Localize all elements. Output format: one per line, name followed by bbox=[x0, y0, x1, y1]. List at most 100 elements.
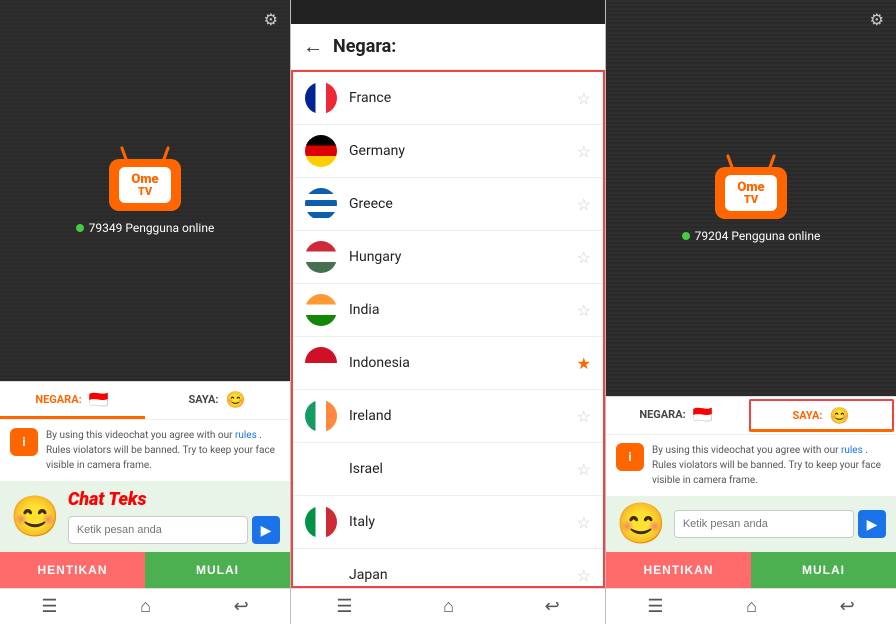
right-send-button[interactable]: ▶ bbox=[858, 510, 886, 538]
right-nav-back-icon[interactable]: ↩ bbox=[840, 596, 855, 617]
left-tabs-bar: NEGARA: 🇮🇩 SAYA: 😊 bbox=[0, 381, 290, 419]
right-logo: Ome TV bbox=[711, 154, 791, 219]
left-negara-flag: 🇮🇩 bbox=[88, 388, 110, 410]
country-star-icon[interactable]: ☆ bbox=[577, 195, 591, 214]
country-item[interactable]: Israel☆ bbox=[293, 443, 603, 496]
country-item[interactable]: Italy☆ bbox=[293, 496, 603, 549]
right-saya-emoji: 😊 bbox=[829, 404, 851, 426]
country-list: France☆Germany☆Greece☆Hungary☆India☆Indo… bbox=[291, 70, 605, 588]
country-star-icon[interactable]: ☆ bbox=[577, 566, 591, 585]
left-tv-icon: Ome TV bbox=[105, 146, 185, 211]
right-chat-input[interactable] bbox=[674, 510, 854, 538]
right-video-bg: ⚙ Ome TV 79204 Pengguna online bbox=[606, 0, 896, 396]
left-tv-text: TV bbox=[138, 186, 152, 197]
country-star-icon[interactable]: ☆ bbox=[577, 513, 591, 532]
country-item[interactable]: Indonesia★ bbox=[293, 337, 603, 390]
right-chat-right: ▶ bbox=[674, 510, 886, 538]
right-tv-body: Ome TV bbox=[715, 167, 787, 219]
back-arrow-icon[interactable]: ← bbox=[303, 34, 323, 59]
country-name: Hungary bbox=[349, 249, 577, 265]
left-stop-button[interactable]: HENTIKAN bbox=[0, 552, 145, 588]
country-flag bbox=[305, 241, 337, 273]
left-nav-back-icon[interactable]: ↩ bbox=[234, 596, 249, 617]
right-nav-home-icon[interactable]: ⌂ bbox=[746, 596, 757, 617]
country-star-icon[interactable]: ☆ bbox=[577, 460, 591, 479]
country-name: Indonesia bbox=[349, 355, 577, 371]
right-panel: ⚙ Ome TV 79204 Pengguna online NEGARA: 🇮… bbox=[606, 0, 896, 624]
right-tv-icon: Ome TV bbox=[711, 154, 791, 219]
country-name: France bbox=[349, 90, 577, 106]
country-item[interactable]: Germany☆ bbox=[293, 125, 603, 178]
left-nav-home-icon[interactable]: ⌂ bbox=[140, 596, 151, 617]
left-chat-title: Chat Teks bbox=[68, 489, 280, 510]
country-flag bbox=[305, 294, 337, 326]
left-send-button[interactable]: ▶ bbox=[252, 516, 280, 544]
country-flag bbox=[305, 453, 337, 485]
left-nav-bar: ☰ ⌂ ↩ bbox=[0, 588, 290, 624]
left-info-icon: i bbox=[10, 428, 38, 456]
right-tab-negara[interactable]: NEGARA: 🇮🇩 bbox=[606, 397, 747, 434]
right-chat-area: 😊 ▶ bbox=[606, 496, 896, 552]
right-tv-text: TV bbox=[744, 194, 758, 205]
left-saya-emoji: 😊 bbox=[225, 388, 247, 410]
left-tv-screen: Ome TV bbox=[119, 167, 171, 203]
right-start-button[interactable]: MULAI bbox=[751, 552, 896, 588]
country-item[interactable]: Greece☆ bbox=[293, 178, 603, 231]
left-gear-icon[interactable]: ⚙ bbox=[264, 10, 278, 29]
right-nav-bar: ☰ ⌂ ↩ bbox=[606, 588, 896, 624]
left-online-dot bbox=[76, 224, 84, 232]
center-nav-menu-icon[interactable]: ☰ bbox=[336, 596, 352, 617]
right-nav-menu-icon[interactable]: ☰ bbox=[647, 596, 663, 617]
right-info-icon: i bbox=[616, 443, 644, 471]
right-gear-icon[interactable]: ⚙ bbox=[870, 10, 884, 29]
center-nav-home-icon[interactable]: ⌂ bbox=[443, 596, 454, 617]
left-action-buttons: HENTIKAN MULAI bbox=[0, 552, 290, 588]
right-stop-button[interactable]: HENTIKAN bbox=[606, 552, 751, 588]
right-ome-text: Ome bbox=[737, 181, 764, 194]
left-chat-area: 😊 Chat Teks ▶ bbox=[0, 481, 290, 552]
left-video-bg: ⚙ Ome TV 79349 Pengguna online bbox=[0, 0, 290, 381]
country-star-icon[interactable]: ☆ bbox=[577, 248, 591, 267]
country-star-icon[interactable]: ★ bbox=[577, 354, 591, 373]
country-flag bbox=[305, 135, 337, 167]
country-item[interactable]: Ireland☆ bbox=[293, 390, 603, 443]
country-name: Germany bbox=[349, 143, 577, 159]
left-chat-input-row: ▶ bbox=[68, 516, 280, 544]
right-online-count: 79204 Pengguna online bbox=[682, 229, 821, 243]
right-info-bar: i By using this videochat you agree with… bbox=[606, 434, 896, 496]
country-name: Italy bbox=[349, 514, 577, 530]
right-tab-saya[interactable]: SAYA: 😊 bbox=[749, 399, 894, 432]
country-flag bbox=[305, 559, 337, 588]
country-item[interactable]: France☆ bbox=[293, 72, 603, 125]
country-name: Ireland bbox=[349, 408, 577, 424]
left-tab-saya[interactable]: SAYA: 😊 bbox=[145, 382, 290, 419]
country-flag bbox=[305, 82, 337, 114]
country-item[interactable]: Japan☆ bbox=[293, 549, 603, 588]
country-name: Israel bbox=[349, 461, 577, 477]
country-name: Japan bbox=[349, 567, 577, 583]
left-start-button[interactable]: MULAI bbox=[145, 552, 290, 588]
country-star-icon[interactable]: ☆ bbox=[577, 89, 591, 108]
country-star-icon[interactable]: ☆ bbox=[577, 142, 591, 161]
right-chat-emoji: 😊 bbox=[616, 504, 666, 544]
left-logo: Ome TV bbox=[105, 146, 185, 211]
left-nav-menu-icon[interactable]: ☰ bbox=[41, 596, 57, 617]
center-nav-back-icon[interactable]: ↩ bbox=[545, 596, 560, 617]
country-flag bbox=[305, 400, 337, 432]
right-chat-input-row: ▶ bbox=[674, 510, 886, 538]
country-name: India bbox=[349, 302, 577, 318]
country-flag bbox=[305, 188, 337, 220]
country-star-icon[interactable]: ☆ bbox=[577, 407, 591, 426]
right-info-text: By using this videochat you agree with o… bbox=[652, 443, 886, 488]
country-item[interactable]: India☆ bbox=[293, 284, 603, 337]
left-tv-body: Ome TV bbox=[109, 159, 181, 211]
left-chat-input[interactable] bbox=[68, 516, 248, 544]
left-info-text: By using this videochat you agree with o… bbox=[46, 428, 280, 473]
left-tab-negara[interactable]: NEGARA: 🇮🇩 bbox=[0, 382, 145, 419]
country-item[interactable]: Hungary☆ bbox=[293, 231, 603, 284]
center-nav-bar: ☰ ⌂ ↩ bbox=[291, 588, 605, 624]
center-header: ← Negara: bbox=[291, 24, 605, 70]
right-tv-screen: Ome TV bbox=[725, 175, 777, 211]
country-star-icon[interactable]: ☆ bbox=[577, 301, 591, 320]
right-action-buttons: HENTIKAN MULAI bbox=[606, 552, 896, 588]
